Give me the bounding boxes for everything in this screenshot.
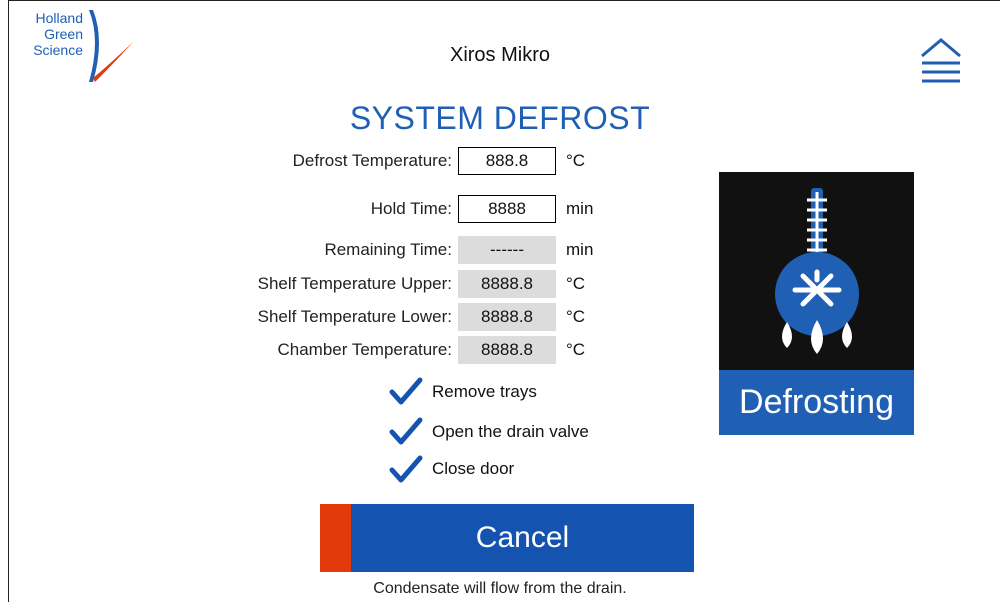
footer-note: Condensate will flow from the drain. (373, 580, 627, 597)
defrost-status-label: Defrosting (719, 370, 914, 435)
shelf-upper-value: 8888.8 (458, 270, 556, 298)
cancel-button[interactable]: Cancel (320, 504, 694, 572)
defrost-temperature-input[interactable]: 888.8 (458, 147, 556, 175)
defrost-temperature-row: Defrost Temperature: 888.8 °C (0, 147, 1000, 175)
window-border-top (8, 0, 1000, 1)
checklist-item-open-drain-valve[interactable] (388, 416, 424, 448)
checklist-label-open-drain-valve: Open the drain valve (432, 422, 589, 441)
page-title: SYSTEM DEFROST (349, 100, 651, 136)
checkmark-icon (389, 455, 423, 483)
cancel-button-label: Cancel (351, 504, 694, 572)
defrost-temperature-label: Defrost Temperature: (292, 151, 452, 170)
shelf-lower-label: Shelf Temperature Lower: (257, 307, 452, 326)
shelf-lower-unit: °C (566, 307, 586, 326)
hold-time-unit: min (566, 199, 594, 218)
checklist-label-remove-trays: Remove trays (432, 382, 537, 401)
checkmark-icon (389, 377, 423, 405)
hamburger-menu-icon (921, 38, 961, 83)
shelf-lower-value: 8888.8 (458, 303, 556, 331)
chamber-temperature-unit: °C (566, 340, 586, 359)
window-border-left (8, 0, 9, 602)
checklist-item-remove-trays[interactable] (388, 376, 424, 408)
remaining-time-label: Remaining Time: (324, 240, 452, 259)
cancel-button-accent (320, 504, 351, 572)
shelf-upper-label: Shelf Temperature Upper: (257, 274, 452, 293)
remaining-time-value: ------ (458, 236, 556, 264)
shelf-upper-unit: °C (566, 274, 586, 293)
app-title: Xiros Mikro (449, 44, 550, 66)
checkmark-icon (389, 417, 423, 445)
checklist-item-close-door[interactable] (388, 454, 424, 486)
defrost-temperature-unit: °C (566, 151, 586, 170)
chamber-temperature-label: Chamber Temperature: (277, 340, 453, 359)
chamber-temperature-value: 8888.8 (458, 336, 556, 364)
hold-time-input[interactable]: 8888 (458, 195, 556, 223)
menu-button[interactable] (918, 36, 968, 88)
hold-time-label: Hold Time: (370, 199, 452, 218)
defrost-thermometer-icon (775, 188, 859, 354)
checklist-label-close-door: Close door (432, 459, 515, 478)
remaining-time-unit: min (566, 240, 594, 259)
